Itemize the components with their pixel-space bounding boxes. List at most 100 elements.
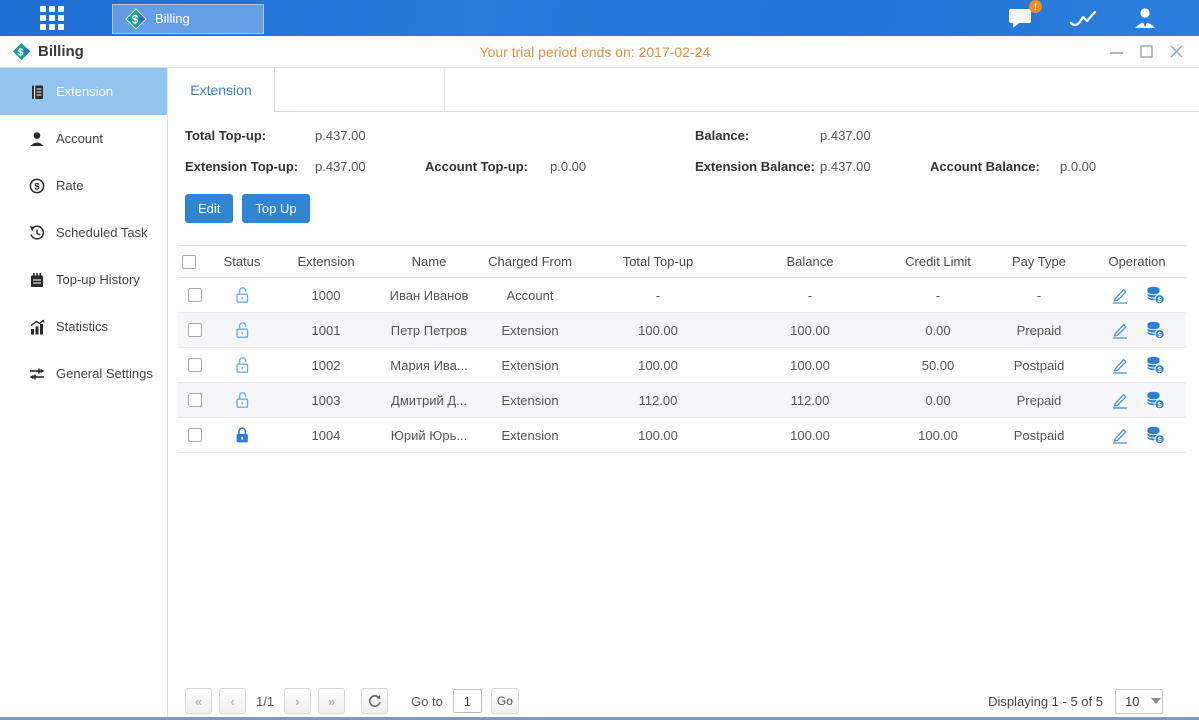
tab-strip: Extension [168,68,1199,112]
sidebar-item-statistics[interactable]: Statistics [0,303,167,350]
user-account-icon[interactable] [1131,6,1159,30]
topup-coins-icon[interactable]: $ [1145,425,1165,445]
goto-page-input[interactable] [453,689,482,713]
sidebar-item-rate[interactable]: $ Rate [0,162,167,209]
pay-type-cell: - [990,278,1088,313]
balance-cell: 100.00 [734,348,886,383]
tab-extension[interactable]: Extension [168,68,275,112]
topup-coins-icon[interactable]: $ [1145,355,1165,375]
apps-grid-glyph [39,5,65,31]
messages-icon[interactable]: ! [1007,6,1035,30]
edit-pencil-icon[interactable] [1110,425,1130,445]
pay-type-cell: Prepaid [990,383,1088,418]
edit-pencil-icon[interactable] [1110,390,1130,410]
lock-open-icon[interactable] [233,321,251,339]
chevron-down-icon [1151,698,1161,704]
checkbox-cell [178,278,212,313]
billing-window-icon: $ [12,42,31,61]
status-cell [212,383,272,418]
sidebar-item-account[interactable]: Account [0,115,167,162]
total-topup-cell: 100.00 [582,418,734,453]
charged-from-cell: Extension [478,348,582,383]
edit-button[interactable]: Edit [185,194,233,223]
page-size-select[interactable]: 10 [1115,689,1163,714]
lock-open-icon[interactable] [233,286,251,304]
apps-grid-icon[interactable] [36,5,68,31]
refresh-icon[interactable] [361,688,388,714]
svg-text:$: $ [34,181,40,192]
taskbar-billing-tab[interactable]: $ Billing [112,4,264,34]
total-topup-cell: 100.00 [582,313,734,348]
sidebar-item-topup-history[interactable]: Top-up History [0,256,167,303]
lock-open-icon[interactable] [233,391,251,409]
sidebar-label: General Settings [56,366,153,381]
billing-app-icon: $ [125,8,147,30]
tab-strip-spacer [275,68,445,112]
svg-text:$: $ [18,47,24,58]
svg-text:$: $ [132,12,139,26]
edit-pencil-icon[interactable] [1110,285,1130,305]
sidebar-label: Extension [56,84,113,99]
topup-coins-icon[interactable]: $ [1145,285,1165,305]
balance-cell: 112.00 [734,383,886,418]
pagination-bar: « ‹ 1/1 › » Go to Go Displaying 1 - 5 of… [185,686,1186,716]
name-cell: Петр Петров [380,313,478,348]
close-icon[interactable] [1169,45,1183,59]
monitor-icon[interactable] [1069,6,1097,30]
row-checkbox[interactable] [188,323,202,337]
header-checkbox-cell [178,246,212,278]
balance-value: p.437.00 [820,128,871,143]
sidebar-item-extension[interactable]: Extension [0,68,167,115]
ledger-icon [28,83,46,101]
balance-label: Balance: [695,128,749,143]
column-header: Charged From [478,246,582,278]
go-button[interactable]: Go [491,688,519,714]
pay-type-cell: Postpaid [990,348,1088,383]
balance-cell: - [734,278,886,313]
column-header: Status [212,246,272,278]
lock-closed-icon[interactable] [233,426,251,444]
credit-limit-cell: 50.00 [886,348,990,383]
next-page-button[interactable]: › [284,688,311,714]
charged-from-cell: Extension [478,313,582,348]
row-checkbox[interactable] [188,393,202,407]
table-row: 1004Юрий Юрь...Extension100.00100.00100.… [178,418,1186,453]
row-checkbox[interactable] [188,358,202,372]
balance-cell: 100.00 [734,313,886,348]
sidebar-item-general-settings[interactable]: General Settings [0,350,167,397]
edit-pencil-icon[interactable] [1110,320,1130,340]
sidebar-label: Rate [56,178,83,193]
operation-cell: $ [1088,278,1186,313]
user-icon [28,130,46,148]
operation-cell: $ [1088,383,1186,418]
edit-pencil-icon[interactable] [1110,355,1130,375]
taskbar-tab-label: Billing [155,11,190,26]
select-all-checkbox[interactable] [182,255,196,269]
maximize-icon[interactable] [1139,45,1153,59]
sidebar-label: Scheduled Task [56,225,148,240]
credit-limit-cell: - [886,278,990,313]
first-page-button[interactable]: « [185,688,212,714]
name-cell: Иван Иванов [380,278,478,313]
column-header: Credit Limit [886,246,990,278]
notebook-icon [28,271,46,289]
row-checkbox[interactable] [188,288,202,302]
top-up-button[interactable]: Top Up [242,194,309,223]
page-indicator: 1/1 [256,694,274,709]
line-chart-glyph [1069,8,1097,28]
lock-open-icon[interactable] [233,356,251,374]
topup-coins-icon[interactable]: $ [1145,390,1165,410]
extension-topup-value: p.437.00 [315,159,366,174]
column-header: Pay Type [990,246,1088,278]
sidebar-item-scheduled-task[interactable]: Scheduled Task [0,209,167,256]
charged-from-cell: Extension [478,383,582,418]
minimize-icon[interactable] [1109,45,1123,59]
charged-from-cell: Account [478,278,582,313]
name-cell: Дмитрий Д... [380,383,478,418]
prev-page-button[interactable]: ‹ [219,688,246,714]
topup-coins-icon[interactable]: $ [1145,320,1165,340]
last-page-button[interactable]: » [318,688,345,714]
tab-label: Extension [190,82,251,98]
row-checkbox[interactable] [188,428,202,442]
total-topup-cell: - [582,278,734,313]
